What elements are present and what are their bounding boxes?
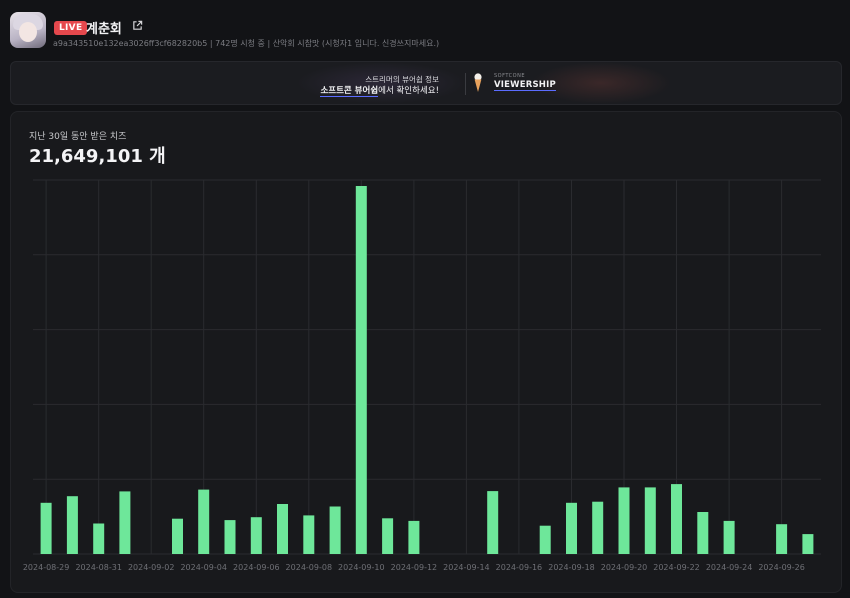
live-badge: LIVE <box>54 21 88 35</box>
x-tick-label: 2024-09-14 <box>443 563 490 572</box>
x-tick-label: 2024-08-29 <box>23 563 70 572</box>
x-tick-label: 2024-09-12 <box>391 563 438 572</box>
x-tick-label: 2024-09-18 <box>548 563 595 572</box>
bar-2024-09-09[interactable] <box>329 506 341 555</box>
x-tick-label: 2024-09-08 <box>286 563 333 572</box>
banner-line2-rest: 에서 확인하세요! <box>378 86 439 96</box>
bar-2024-09-06[interactable] <box>250 517 262 554</box>
brand-name: VIEWERSHIP <box>494 80 556 91</box>
x-tick-label: 2024-09-22 <box>653 563 700 572</box>
bar-2024-08-29[interactable] <box>40 502 52 554</box>
x-tick-label: 2024-09-06 <box>233 563 280 572</box>
cheese-stats-card: 지난 30일 동안 받은 치즈 21,649,101 개 2024-08-29 2… <box>10 111 842 593</box>
bar-2024-09-01[interactable] <box>119 491 131 554</box>
bar-2024-09-17[interactable] <box>539 525 551 554</box>
x-tick-label: 2024-09-02 <box>128 563 175 572</box>
bar-2024-09-03[interactable] <box>172 518 183 554</box>
bar-2024-08-30[interactable] <box>66 496 78 554</box>
bar-2024-09-12[interactable] <box>408 520 420 554</box>
bar-2024-09-21[interactable] <box>644 487 656 554</box>
x-tick-label: 2024-08-31 <box>75 563 122 572</box>
bar-2024-09-04[interactable] <box>198 489 210 554</box>
x-tick-label: 2024-09-26 <box>758 563 805 572</box>
bar-2024-09-19[interactable] <box>592 501 604 554</box>
x-tick-label: 2024-09-10 <box>338 563 385 572</box>
x-tick-label: 2024-09-24 <box>706 563 753 572</box>
x-tick-label: 2024-09-16 <box>496 563 543 572</box>
bar-2024-09-24[interactable] <box>723 520 735 554</box>
stream-header: LIVE 계춘회 a9a343510e132ea3026ff3cf682820b… <box>10 12 840 52</box>
bar-2024-09-23[interactable] <box>697 512 709 554</box>
bar-2024-09-11[interactable] <box>382 518 394 554</box>
bar-2024-08-31[interactable] <box>93 523 105 555</box>
banner-divider <box>465 73 466 95</box>
avatar[interactable] <box>10 12 46 48</box>
brand-small: SOFTCONE <box>494 73 525 79</box>
viewership-banner[interactable]: 스트리머의 뷰어쉽 정보 소프트콘 뷰어쉽에서 확인하세요! SOFTCONE … <box>10 61 842 105</box>
external-link-icon[interactable] <box>132 20 143 31</box>
bar-2024-09-08[interactable] <box>303 515 315 554</box>
stream-meta: a9a343510e132ea3026ff3cf682820b5 | 742명 … <box>53 39 440 48</box>
x-tick-label: 2024-09-20 <box>601 563 648 572</box>
bar-2024-09-18[interactable] <box>566 502 577 554</box>
bar-2024-09-05[interactable] <box>224 520 236 554</box>
x-tick-label: 2024-09-04 <box>180 563 227 572</box>
cheese-bar-chart: 2024-08-29 2024-08-31 2024-09-02 2024-09-04… <box>23 179 821 572</box>
bar-2024-09-15[interactable] <box>487 491 499 554</box>
banner-highlight: 소프트콘 뷰어쉽 <box>320 86 379 97</box>
bar-2024-09-20[interactable] <box>618 487 630 554</box>
ice-cream-cone-icon <box>474 73 482 92</box>
streamer-name[interactable]: 계춘회 <box>86 18 122 37</box>
bar-2024-09-22[interactable] <box>671 484 682 554</box>
banner-line2: 소프트콘 뷰어쉽에서 확인하세요! <box>320 84 439 97</box>
bar-2024-09-10[interactable] <box>355 186 367 554</box>
bar-2024-09-07[interactable] <box>277 504 288 554</box>
bar-2024-09-27[interactable] <box>802 534 814 554</box>
bar-2024-09-26[interactable] <box>776 524 788 554</box>
